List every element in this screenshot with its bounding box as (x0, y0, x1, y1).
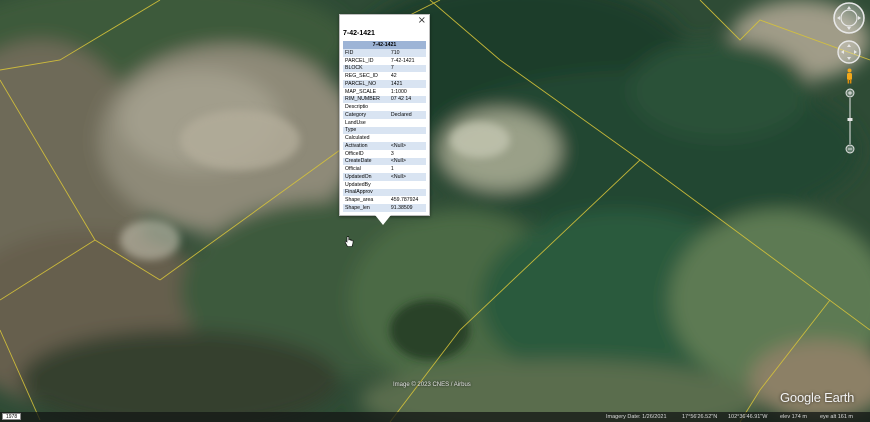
attribute-value: 7 (388, 64, 426, 73)
attribute-label: UpdatedOn (343, 173, 389, 181)
attribute-value: 7-42-1421 (388, 56, 426, 65)
attribute-label: FID (343, 49, 389, 57)
attribute-label: BLOCK (343, 64, 389, 73)
attribute-row: Official 1 (343, 165, 426, 173)
attribute-value (388, 188, 426, 197)
latitude-readout: 17°56'26.52"N (682, 414, 718, 420)
attribute-value: 07 42 14 (388, 95, 426, 104)
attribute-value: <Null> (388, 173, 426, 181)
attribute-label: Calculated (343, 134, 389, 142)
close-icon[interactable]: × (418, 16, 426, 26)
attribute-label: LandUse (343, 118, 389, 127)
popup-title: 7-42-1421 (343, 30, 375, 37)
attribute-row: FID 710 (343, 49, 426, 57)
scale-legend: 1978 (2, 413, 22, 420)
attribute-label: Shape_len (343, 204, 389, 212)
attribute-row: Type (343, 126, 426, 135)
attribute-row: CreateDate <Null> (343, 157, 426, 166)
attribute-label: UpdatedBy (343, 180, 389, 189)
elevation-readout: elev 174 m (780, 414, 807, 420)
attribute-label: Type (343, 126, 389, 135)
attribute-row: Activation <Null> (343, 142, 426, 150)
attribute-row: Descriptio (343, 103, 426, 111)
attribute-value: 1 (388, 165, 426, 173)
attribute-label: Shape_area (343, 196, 389, 204)
attribute-value: <Null> (388, 142, 426, 150)
attribute-table-header: 7-42-1421 (343, 41, 426, 49)
attribute-value (388, 126, 426, 135)
attribute-row: REG_SEC_ID 42 (343, 72, 426, 80)
attribute-value (388, 180, 426, 189)
attribute-row: Category Declared (343, 111, 426, 119)
attribute-label: FinalApprov (343, 188, 389, 197)
attribute-label: PARCEL_ID (343, 56, 389, 65)
longitude-readout: 102°36'46.91"W (728, 414, 768, 420)
attribute-label: OfficeID (343, 149, 389, 158)
satellite-map[interactable] (0, 0, 870, 422)
attribute-value: 91.38509 (388, 204, 426, 212)
attribute-label: MAP_SCALE (343, 87, 389, 96)
attribute-label: CreateDate (343, 157, 389, 166)
attribute-row: UpdatedBy (343, 180, 426, 189)
attribute-value (388, 118, 426, 127)
hand-cursor-icon (344, 236, 354, 247)
attribute-row: Shape_len 91.38509 (343, 204, 426, 212)
attribute-label: PARCEL_NO (343, 80, 389, 88)
attribute-table: 7-42-1421 FID 710 PARCEL_ID 7-42-1421 BLOCK 7… (343, 41, 426, 212)
status-bar: 1978 Imagery Date: 1/26/2021 17°56'26.52… (0, 412, 870, 422)
street-view-pegman-icon[interactable] (845, 68, 854, 84)
attribute-label: RIM_NUMBER (343, 95, 389, 104)
attribute-label: Category (343, 111, 389, 119)
attribute-value: 710 (388, 49, 426, 57)
attribute-label: Descriptio (343, 103, 389, 111)
attribute-label: Activation (343, 142, 389, 150)
attribute-label: REG_SEC_ID (343, 72, 389, 80)
eye-altitude-readout: eye alt 161 m (820, 414, 854, 420)
attribute-row: RIM_NUMBER 07 42 14 (343, 95, 426, 104)
attribute-row: Shape_area 459.787924 (343, 196, 426, 204)
imagery-date: Imagery Date: 1/26/2021 (606, 414, 667, 420)
attribute-row: PARCEL_ID 7-42-1421 (343, 56, 426, 65)
attribute-row: Calculated (343, 134, 426, 142)
attribute-value: 1:1000 (388, 87, 426, 96)
attribute-row: OfficeID 3 (343, 149, 426, 158)
attribute-row: PARCEL_NO 1421 (343, 80, 426, 88)
attribute-value: 459.787924 (388, 196, 426, 204)
attribute-value (388, 103, 426, 111)
look-navigation-icon[interactable] (833, 2, 865, 34)
attribute-value: Declared (388, 111, 426, 119)
attribute-value (388, 134, 426, 142)
move-navigation-icon[interactable] (837, 40, 861, 64)
attribute-value: 42 (388, 72, 426, 80)
google-earth-logo: Google Earth (780, 390, 855, 405)
imagery-credit: Image © 2023 CNES / Airbus (393, 382, 471, 388)
attribute-row: MAP_SCALE 1:1000 (343, 87, 426, 96)
attribute-label: Official (343, 165, 389, 173)
zoom-slider-icon[interactable] (844, 88, 856, 154)
attribute-value: 3 (388, 149, 426, 158)
attribute-row: FinalApprov (343, 188, 426, 197)
attribute-row: BLOCK 7 (343, 64, 426, 73)
parcel-info-popup: × 7-42-1421 7-42-1421 FID 710 PARCEL_ID 7-4… (339, 14, 430, 225)
attribute-row: UpdatedOn <Null> (343, 173, 426, 181)
attribute-value: 1421 (388, 80, 426, 88)
attribute-value: <Null> (388, 157, 426, 166)
attribute-row: LandUse (343, 118, 426, 127)
